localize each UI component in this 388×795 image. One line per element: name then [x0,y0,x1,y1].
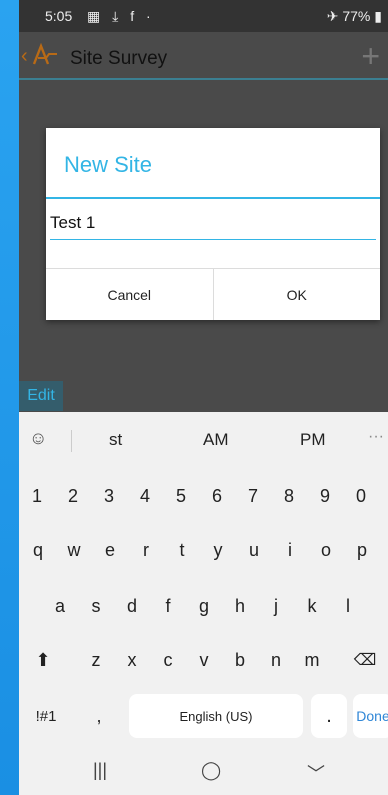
edit-button[interactable]: Edit [19,381,63,411]
image-icon: ▦ [87,8,105,24]
download-icon: ⤓ [112,8,123,24]
more-options-icon[interactable]: ··· [368,428,384,446]
key-h[interactable]: h [225,584,255,628]
dialog-title: New Site [64,152,153,177]
number-row: 1 2 3 4 5 6 7 8 9 0 [19,474,388,518]
done-key[interactable]: Done [353,694,388,738]
key-s[interactable]: s [81,584,111,628]
page-title: Site Survey [70,48,168,69]
key-5[interactable]: 5 [167,474,195,518]
suggestion-3[interactable]: PM [300,430,326,450]
phone-screen: 5:05 ▦ ⤓ f · ✈ 77% ▮ ‹ Site Survey + New… [19,0,388,795]
key-1[interactable]: 1 [23,474,51,518]
recent-apps-icon[interactable]: ||| [93,760,107,781]
back-icon[interactable]: ‹ [21,45,28,68]
key-c[interactable]: c [153,638,183,682]
background-left-edge [0,0,19,795]
ok-button[interactable]: OK [212,269,381,320]
key-i[interactable]: i [275,528,305,572]
key-f[interactable]: f [153,584,183,628]
key-r[interactable]: r [131,528,161,572]
suggestion-bar: ☺ st AM PM ··· [19,412,388,468]
key-q[interactable]: q [23,528,53,572]
key-e[interactable]: e [95,528,125,572]
key-j[interactable]: j [261,584,291,628]
battery-icon: ▮ [374,8,382,24]
key-2[interactable]: 2 [59,474,87,518]
key-3[interactable]: 3 [95,474,123,518]
key-a[interactable]: a [45,584,75,628]
facebook-icon: f [130,8,139,24]
key-w[interactable]: w [59,528,89,572]
airplane-icon: ✈ [326,8,339,24]
new-site-dialog: New Site Cancel OK [46,128,380,320]
key-7[interactable]: 7 [239,474,267,518]
key-v[interactable]: v [189,638,219,682]
letter-row-2: a s d f g h j k l [19,584,388,628]
status-time: 5:05 [45,8,73,24]
key-9[interactable]: 9 [311,474,339,518]
key-y[interactable]: y [203,528,233,572]
symbols-key[interactable]: !#1 [23,694,69,738]
key-6[interactable]: 6 [203,474,231,518]
app-logo-icon [32,42,57,65]
home-icon[interactable]: ◯ [201,760,221,781]
dot-icon: · [146,8,155,24]
action-bar: ‹ Site Survey + [19,32,388,80]
key-g[interactable]: g [189,584,219,628]
key-t[interactable]: t [167,528,197,572]
cancel-button[interactable]: Cancel [46,269,213,320]
dialog-button-bar: Cancel OK [46,268,380,320]
notification-icons: ▦ ⤓ f · [87,8,155,25]
battery-percent: 77% [342,8,371,24]
soft-keyboard: ☺ st AM PM ··· 1 2 3 4 5 6 7 8 9 0 q w e… [19,412,388,795]
site-name-input[interactable] [50,206,376,240]
backspace-icon[interactable]: ⌫ [345,638,385,682]
key-8[interactable]: 8 [275,474,303,518]
suggestion-2[interactable]: AM [203,430,229,450]
status-bar: 5:05 ▦ ⤓ f · ✈ 77% ▮ [19,0,388,32]
status-right: ✈ 77% ▮ [327,8,382,25]
key-z[interactable]: z [81,638,111,682]
key-m[interactable]: m [297,638,327,682]
letter-row-3: ⬆ z x c v b n m ⌫ [19,638,388,682]
emoji-icon[interactable]: ☺ [29,428,47,449]
key-d[interactable]: d [117,584,147,628]
key-l[interactable]: l [333,584,363,628]
keyboard-bottom-row: !#1 , English (US) . Done [19,694,388,738]
letter-row-1: q w e r t y u i o p [19,528,388,572]
key-p[interactable]: p [347,528,377,572]
suggestion-divider [71,430,72,452]
key-period[interactable]: . [311,694,347,738]
key-0[interactable]: 0 [347,474,375,518]
add-icon[interactable]: + [361,38,380,75]
space-key[interactable]: English (US) [129,694,303,738]
key-4[interactable]: 4 [131,474,159,518]
key-n[interactable]: n [261,638,291,682]
key-k[interactable]: k [297,584,327,628]
key-x[interactable]: x [117,638,147,682]
back-nav-icon[interactable]: ﹀ [307,760,325,786]
dialog-title-divider [46,197,380,199]
key-comma[interactable]: , [81,694,117,738]
system-nav-bar: ||| ◯ ﹀ [19,748,388,795]
key-u[interactable]: u [239,528,269,572]
key-b[interactable]: b [225,638,255,682]
suggestion-1[interactable]: st [109,430,122,450]
shift-icon[interactable]: ⬆ [23,638,63,682]
key-o[interactable]: o [311,528,341,572]
